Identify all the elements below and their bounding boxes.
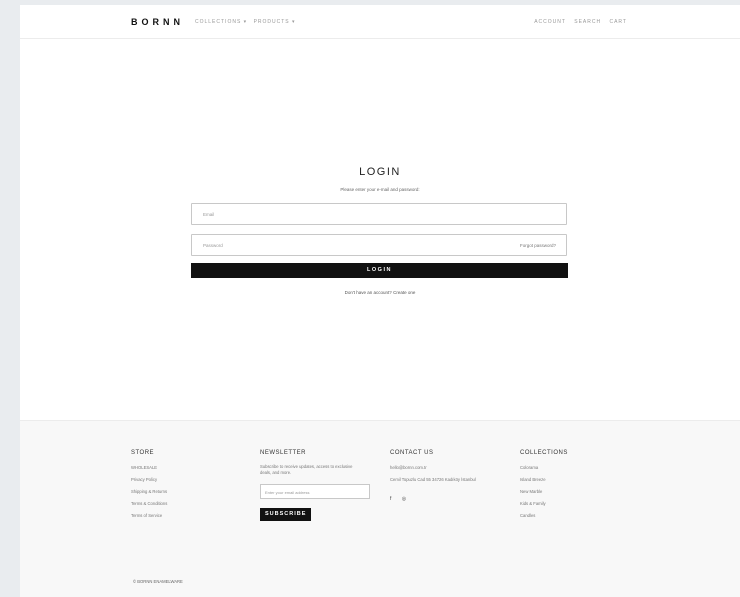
signup-line: Don't have an account? Create one (20, 290, 740, 295)
footer-contact-title: CONTACT US (390, 450, 434, 456)
footer-link-privacy[interactable]: Privacy Policy (131, 476, 167, 488)
footer-newsletter-title: NEWSLETTER (260, 450, 307, 456)
instagram-icon[interactable]: ◎ (402, 496, 406, 502)
site-header: BORNN COLLECTIONS ▾ PRODUCTS ▾ ACCOUNT S… (20, 5, 740, 39)
email-placeholder: Email (203, 212, 215, 217)
contact-email[interactable]: hello@bornn.com.tr (390, 464, 476, 476)
footer-link-shipping[interactable]: Shipping & Returns (131, 488, 167, 500)
password-placeholder: Password (203, 243, 223, 248)
newsletter-placeholder: Enter your email address (265, 490, 310, 495)
collection-link-colorama[interactable]: Colorama (520, 464, 568, 476)
forgot-password-link[interactable]: Forgot password? (520, 243, 556, 248)
footer-link-wholesale[interactable]: WHOLESALE (131, 464, 167, 476)
login-subtitle: Please enter your e-mail and password: (340, 187, 420, 192)
footer-contact: CONTACT US hello@bornn.com.tr Cemil Topu… (390, 450, 476, 502)
email-field[interactable]: Email (191, 203, 567, 225)
footer-store-title: STORE (131, 450, 155, 456)
nav-account[interactable]: ACCOUNT (534, 19, 566, 25)
collection-link-island-breeze[interactable]: Island Breeze (520, 476, 568, 488)
facebook-icon[interactable]: f (390, 496, 391, 502)
login-title: LOGIN (359, 166, 401, 178)
newsletter-text: Subscribe to receive updates, access to … (260, 464, 353, 475)
signup-prompt: Don't have an account? (344, 290, 392, 295)
nav-search[interactable]: SEARCH (574, 19, 601, 25)
footer-collections: COLLECTIONS Colorama Island Breeze New M… (520, 450, 568, 524)
footer-collections-title: COLLECTIONS (520, 450, 568, 456)
footer-newsletter: NEWSLETTER Subscribe to receive updates,… (260, 450, 370, 521)
social-links: f ◎ (390, 496, 476, 502)
site-footer: STORE WHOLESALE Privacy Policy Shipping … (20, 420, 740, 597)
nav-products[interactable]: PRODUCTS ▾ (254, 19, 296, 25)
create-account-link[interactable]: Create one (393, 290, 415, 295)
collection-link-kids-family[interactable]: Kids & Family (520, 500, 568, 512)
collection-link-candles[interactable]: Candles (520, 512, 568, 524)
contact-address: Cemil Topuzlu Cad 55 34726 Kadıköy İstan… (390, 477, 476, 482)
collection-link-new-marble[interactable]: New Marble (520, 488, 568, 500)
footer-link-terms[interactable]: Terms of Service (131, 512, 167, 524)
page: BORNN COLLECTIONS ▾ PRODUCTS ▾ ACCOUNT S… (20, 5, 740, 597)
password-field[interactable]: Password Forgot password? (191, 234, 567, 256)
login-button[interactable]: LOGIN (191, 263, 568, 278)
copyright: © BORNN ENAMELWARE (133, 579, 183, 584)
nav-collections[interactable]: COLLECTIONS ▾ (195, 19, 247, 25)
logo[interactable]: BORNN (131, 17, 184, 27)
utility-nav: ACCOUNT SEARCH CART (528, 19, 627, 25)
newsletter-email-input[interactable]: Enter your email address (260, 484, 370, 499)
footer-link-conditions[interactable]: Terms & Conditions (131, 500, 167, 512)
subscribe-button[interactable]: SUBSCRIBE (260, 508, 312, 521)
footer-store: STORE WHOLESALE Privacy Policy Shipping … (131, 450, 167, 524)
nav-cart[interactable]: CART (609, 19, 627, 25)
main-nav: COLLECTIONS ▾ PRODUCTS ▾ (195, 19, 300, 25)
